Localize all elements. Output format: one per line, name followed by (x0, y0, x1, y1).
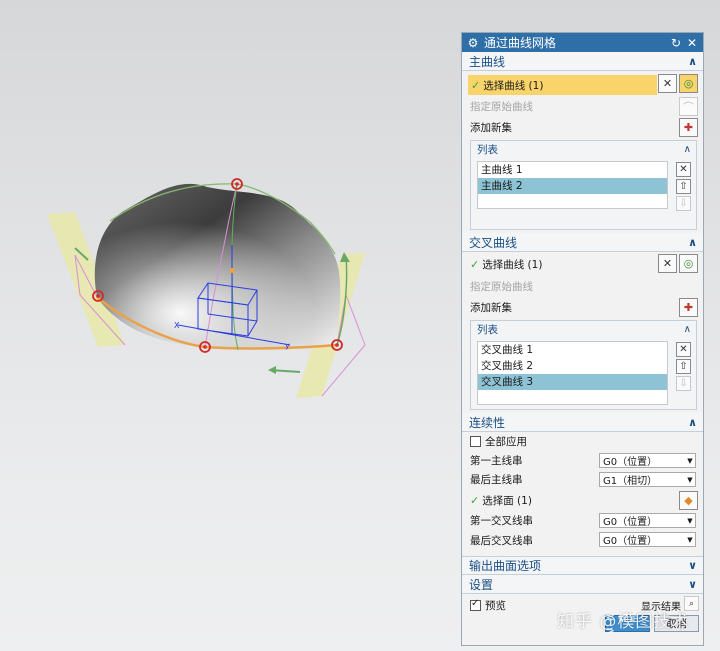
watermark: 知乎 @模图技术 (557, 612, 690, 632)
curve-select-icon[interactable]: ◎ (679, 254, 698, 273)
primary-listbox[interactable]: 主曲线 1 主曲线 2 (477, 161, 668, 209)
primary-curve-list: 列表 ∧ 主曲线 1 主曲线 2 ✕ ⇧ ⇩ (470, 140, 697, 230)
first-cross-dropdown[interactable]: G0（位置） ▼ (599, 513, 696, 528)
select-cross-curve[interactable]: ✓ 选择曲线 (1) ✕ ◎ (462, 252, 703, 276)
list-item[interactable]: 交叉曲线 3 (478, 374, 667, 390)
curve-select-icon[interactable]: ◎ (679, 74, 698, 93)
select-primary-curve[interactable]: ✓ 选择曲线 (1) (468, 75, 657, 95)
move-up-icon[interactable]: ⇧ (676, 359, 691, 374)
gear-icon[interactable]: ⚙ (466, 36, 480, 50)
check-icon: ✓ (470, 493, 480, 507)
add-new-cross-label: 添加新集 (470, 301, 512, 314)
origin-cross-label: 指定原始曲线 (470, 280, 533, 293)
list-item[interactable]: 主曲线 1 (478, 162, 667, 178)
remove-icon[interactable]: ✕ (676, 342, 691, 357)
select-face-label: 选择面 (1) (482, 494, 532, 507)
add-new-set-primary[interactable]: 添加新集 ✚ (462, 116, 703, 138)
list-header-label: 列表 (477, 144, 498, 156)
chevron-up-icon[interactable]: ∧ (688, 236, 697, 249)
chevron-up-icon[interactable]: ∧ (684, 324, 691, 335)
remove-icon[interactable]: ✕ (676, 162, 691, 177)
select-face-row[interactable]: ✓ 选择面 (1) ◆ (462, 489, 703, 511)
specify-origin-primary[interactable]: 指定原始曲线 ⌒ (462, 96, 703, 116)
add-new-primary-label: 添加新集 (470, 121, 512, 134)
section-settings-title: 设置 (469, 577, 494, 592)
face-select-icon[interactable]: ◆ (679, 491, 698, 510)
chevron-down-icon[interactable]: ∨ (688, 559, 697, 572)
origin-primary-label: 指定原始曲线 (470, 100, 533, 113)
list-item[interactable]: 交叉曲线 2 (478, 358, 667, 374)
first-primary-dropdown[interactable]: G0（位置） ▼ (599, 453, 696, 468)
last-cross-dropdown[interactable]: G0（位置） ▼ (599, 532, 696, 547)
list-actions: ✕ ⇧ ⇩ (676, 162, 691, 211)
svg-text:X: X (174, 321, 180, 330)
list-actions: ✕ ⇧ ⇩ (676, 342, 691, 391)
section-cross-curves[interactable]: 交叉曲线 ∧ (462, 233, 703, 252)
section-primary-curves[interactable]: 主曲线 ∧ (462, 52, 703, 71)
apply-all-label: 全部应用 (485, 436, 527, 448)
list-header-label: 列表 (477, 324, 498, 336)
mesh-surface-dialog: ⚙ 通过曲线网格 ↻ ✕ 主曲线 ∧ ✓ 选择曲线 (1) ✕ ◎ 指定原始曲线… (461, 32, 704, 646)
select-primary-label: 选择曲线 (1) (483, 79, 544, 92)
section-continuity-title: 连续性 (469, 415, 506, 430)
section-settings[interactable]: 设置 ∨ (462, 575, 703, 594)
section-cross-title: 交叉曲线 (469, 235, 518, 250)
check-icon: ✓ (471, 78, 481, 92)
preview-checkbox[interactable] (470, 598, 481, 611)
list-item[interactable]: 主曲线 2 (478, 178, 667, 194)
close-icon[interactable]: ✕ (685, 36, 699, 50)
first-cross-row: 第一交叉线串 G0（位置） ▼ (462, 511, 703, 530)
last-primary-row: 最后主线串 G1（相切） ▼ (462, 470, 703, 489)
move-up-icon[interactable]: ⇧ (676, 179, 691, 194)
section-output-options[interactable]: 输出曲面选项 ∨ (462, 556, 703, 575)
dropdown-arrow-icon: ▼ (687, 516, 693, 525)
list-header-primary[interactable]: 列表 ∧ (471, 141, 696, 158)
chevron-down-icon[interactable]: ∨ (688, 578, 697, 591)
apply-all-row[interactable]: 全部应用 (462, 432, 703, 451)
dropdown-value: G0（位置） (603, 536, 658, 547)
list-item[interactable]: 交叉曲线 1 (478, 342, 667, 358)
dropdown-value: G0（位置） (603, 457, 658, 468)
add-new-set-cross[interactable]: 添加新集 ✚ (462, 296, 703, 318)
add-set-icon[interactable]: ✚ (679, 298, 698, 317)
section-output-title: 输出曲面选项 (469, 559, 542, 573)
section-primary-title: 主曲线 (469, 54, 506, 69)
origin-curve-icon[interactable]: ⌒ (679, 97, 698, 116)
preview-row[interactable]: 预览 (462, 596, 512, 614)
list-header-cross[interactable]: 列表 ∧ (471, 321, 696, 338)
specify-origin-cross[interactable]: 指定原始曲线 (462, 276, 703, 296)
check-icon: ✓ (470, 257, 480, 271)
dialog-titlebar: ⚙ 通过曲线网格 ↻ ✕ (462, 33, 703, 52)
first-primary-row: 第一主线串 G0（位置） ▼ (462, 451, 703, 470)
dialog-title: 通过曲线网格 (484, 36, 557, 50)
apply-all-checkbox[interactable] (470, 436, 481, 447)
dropdown-arrow-icon: ▼ (687, 535, 693, 544)
last-cross-row: 最后交叉线串 G0（位置） ▼ (462, 530, 703, 550)
last-primary-dropdown[interactable]: G1（相切） ▼ (599, 472, 696, 487)
deselect-icon[interactable]: ✕ (658, 254, 677, 273)
move-down-icon[interactable]: ⇩ (676, 196, 691, 211)
move-down-icon[interactable]: ⇩ (676, 376, 691, 391)
chevron-up-icon[interactable]: ∧ (688, 416, 697, 429)
cross-curve-list: 列表 ∧ 交叉曲线 1 交叉曲线 2 交叉曲线 3 ✕ ⇧ ⇩ (470, 320, 697, 410)
dropdown-value: G0（位置） (603, 517, 658, 528)
surface-model: X y (47, 178, 366, 398)
deselect-icon[interactable]: ✕ (658, 74, 677, 93)
chevron-up-icon[interactable]: ∧ (688, 55, 697, 68)
dropdown-arrow-icon: ▼ (687, 456, 693, 465)
add-set-icon[interactable]: ✚ (679, 118, 698, 137)
svg-text:y: y (285, 341, 290, 350)
graphics-viewport[interactable]: X y (0, 0, 458, 651)
cross-listbox[interactable]: 交叉曲线 1 交叉曲线 2 交叉曲线 3 (477, 341, 668, 405)
dropdown-value: G1（相切） (603, 476, 658, 487)
reset-icon[interactable]: ↻ (669, 36, 683, 50)
preview-label: 预览 (485, 599, 506, 612)
section-continuity[interactable]: 连续性 ∧ (462, 413, 703, 432)
chevron-up-icon[interactable]: ∧ (684, 144, 691, 155)
dropdown-arrow-icon: ▼ (687, 475, 693, 484)
